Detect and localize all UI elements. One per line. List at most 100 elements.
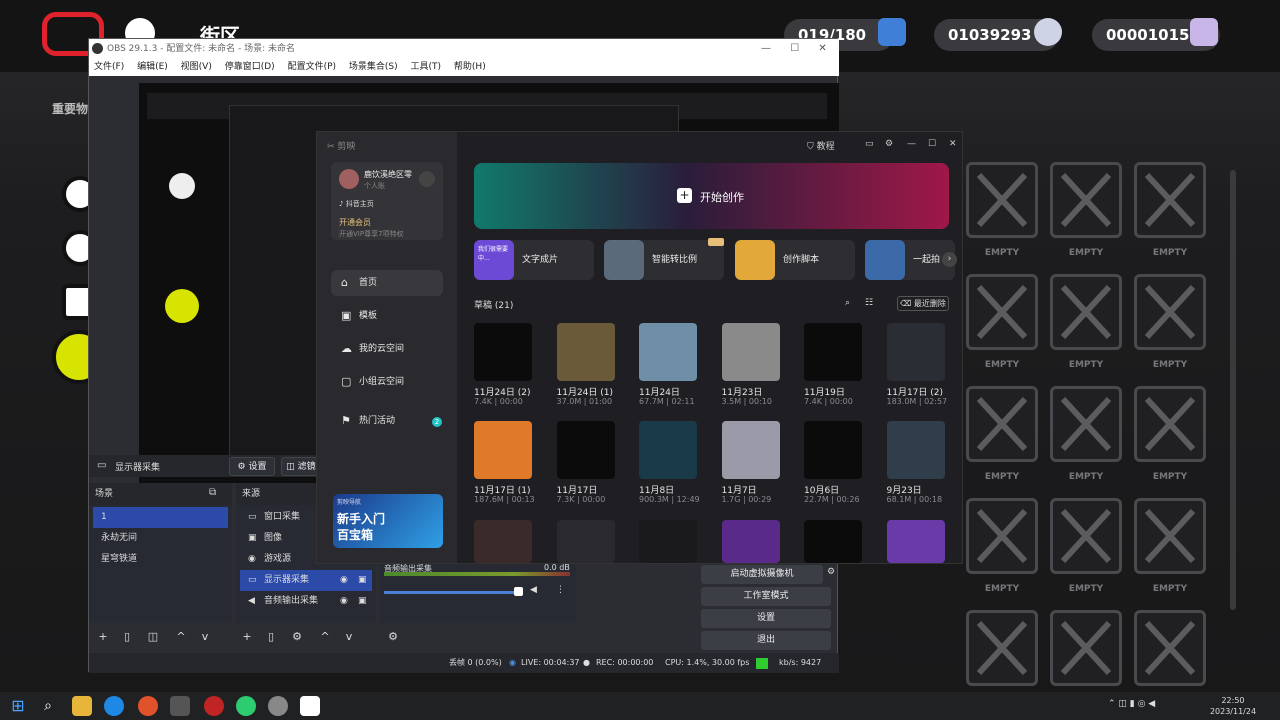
- draft-thumbnail[interactable]: [556, 421, 615, 479]
- draft-thumbnail[interactable]: [886, 520, 945, 563]
- avatar[interactable]: [339, 169, 359, 189]
- source-filters-button[interactable]: ◫ 滤镜: [281, 457, 321, 476]
- visibility-eye-icon[interactable]: ◉: [340, 596, 348, 606]
- virtual-camera-button[interactable]: 启动虚拟摄像机: [701, 565, 823, 584]
- empty-slot[interactable]: [966, 498, 1038, 574]
- empty-slot[interactable]: [1134, 386, 1206, 462]
- draft-thumbnail[interactable]: [556, 520, 615, 563]
- remove-source-icon[interactable]: ▯: [263, 629, 279, 645]
- jy-vip-title[interactable]: 开通会员: [339, 217, 371, 228]
- volume-slider[interactable]: [384, 591, 518, 594]
- draft-thumbnail[interactable]: [556, 323, 615, 381]
- edge-icon[interactable]: [104, 696, 124, 716]
- visibility-eye-icon[interactable]: ◉: [340, 575, 348, 585]
- empty-slot[interactable]: [966, 610, 1038, 686]
- app-icon[interactable]: [138, 696, 158, 716]
- move-down-icon[interactable]: v: [197, 629, 213, 645]
- remove-scene-icon[interactable]: ▯: [119, 629, 135, 645]
- draft-thumbnail[interactable]: [474, 421, 532, 479]
- tutorial-link[interactable]: ⛉ 教程: [807, 142, 835, 152]
- app-icon[interactable]: [170, 696, 190, 716]
- start-icon[interactable]: ⊞: [8, 696, 28, 716]
- scene-item-1[interactable]: 1: [93, 507, 228, 528]
- empty-slot[interactable]: [1050, 610, 1122, 686]
- kebab-menu-icon[interactable]: ⋮: [556, 585, 565, 595]
- source-settings-button[interactable]: ⚙ 设置: [229, 457, 275, 476]
- jy-banner[interactable]: 剪映导航 新手入门 百宝箱: [333, 494, 443, 548]
- menu-edit[interactable]: 编辑(E): [137, 62, 168, 72]
- tool-script[interactable]: 创作脚本: [735, 240, 855, 280]
- recycle-button[interactable]: ⌫ 最近删除: [897, 296, 949, 311]
- gear-icon[interactable]: ⚙: [827, 567, 835, 577]
- empty-slot[interactable]: [1134, 498, 1206, 574]
- inventory-scrollbar[interactable]: [1230, 170, 1236, 610]
- chevron-right-icon[interactable]: ›: [942, 252, 957, 267]
- view-mode-icon[interactable]: ☷: [865, 298, 873, 308]
- menu-profile[interactable]: 配置文件(P): [288, 62, 336, 72]
- menu-view[interactable]: 视图(V): [181, 62, 212, 72]
- jy-douyin-home[interactable]: ♪ 抖音主页: [339, 199, 374, 209]
- maximize-icon[interactable]: ☐: [790, 43, 799, 54]
- feedback-icon[interactable]: ▭: [865, 139, 874, 149]
- source-item-audio[interactable]: 音频输出采集: [240, 591, 372, 612]
- lock-icon[interactable]: ▣: [358, 575, 367, 585]
- draft-thumbnail[interactable]: [474, 323, 532, 381]
- add-scene-icon[interactable]: +: [95, 629, 111, 645]
- search-icon[interactable]: ⌕: [845, 298, 850, 308]
- nav-team-cloud[interactable]: ▢ 小组云空间: [331, 369, 443, 395]
- empty-slot[interactable]: [1134, 162, 1206, 238]
- search-icon[interactable]: ⌕: [38, 696, 58, 716]
- maximize-icon[interactable]: ☐: [928, 139, 936, 149]
- wechat-icon[interactable]: [236, 696, 256, 716]
- settings-button[interactable]: 设置: [701, 609, 831, 628]
- exit-button[interactable]: 退出: [701, 631, 831, 650]
- empty-slot[interactable]: [1050, 386, 1122, 462]
- close-icon[interactable]: ✕: [949, 139, 957, 149]
- empty-slot[interactable]: [1134, 274, 1206, 350]
- menu-help[interactable]: 帮助(H): [454, 62, 486, 72]
- empty-slot[interactable]: [966, 274, 1038, 350]
- clock[interactable]: 22:50 2023/11/24: [1198, 695, 1268, 717]
- nav-templates[interactable]: ▣ 模板: [331, 303, 443, 329]
- menu-scene-collection[interactable]: 场景集合(S): [349, 62, 398, 72]
- draft-thumbnail[interactable]: [804, 323, 862, 381]
- menu-tools[interactable]: 工具(T): [411, 62, 442, 72]
- nav-home[interactable]: ⌂ 首页: [331, 270, 443, 296]
- empty-slot[interactable]: [1050, 162, 1122, 238]
- minimize-icon[interactable]: —: [907, 139, 916, 149]
- gear-icon[interactable]: ⚙: [885, 139, 893, 149]
- draft-thumbnail[interactable]: [639, 323, 697, 381]
- empty-slot[interactable]: [1050, 498, 1122, 574]
- scene-filter-icon[interactable]: ◫: [145, 629, 161, 645]
- draft-thumbnail[interactable]: [639, 421, 697, 479]
- draft-thumbnail[interactable]: [721, 323, 780, 381]
- empty-slot[interactable]: [1050, 274, 1122, 350]
- draft-thumbnail[interactable]: [886, 323, 945, 381]
- scene-item-2[interactable]: 永劫无间: [93, 528, 228, 549]
- nav-events[interactable]: ⚑ 热门活动: [331, 408, 443, 434]
- scene-item-3[interactable]: 星穹铁道: [93, 549, 228, 570]
- dock-undock-icon[interactable]: ⧉: [209, 487, 216, 498]
- move-down-icon[interactable]: v: [341, 629, 357, 645]
- app-icon[interactable]: [204, 696, 224, 716]
- empty-slot[interactable]: [966, 162, 1038, 238]
- source-properties-icon[interactable]: ⚙: [289, 629, 305, 645]
- draft-thumbnail[interactable]: [721, 421, 780, 479]
- move-up-icon[interactable]: ^: [317, 629, 333, 645]
- draft-thumbnail[interactable]: [804, 520, 862, 563]
- source-item-display[interactable]: 显示器采集: [240, 570, 372, 591]
- draft-thumbnail[interactable]: [474, 520, 532, 563]
- empty-slot[interactable]: [966, 386, 1038, 462]
- switch-account-icon[interactable]: [419, 171, 435, 187]
- add-source-icon[interactable]: +: [239, 629, 255, 645]
- empty-slot[interactable]: [1134, 610, 1206, 686]
- move-up-icon[interactable]: ^: [173, 629, 189, 645]
- tool-smart-ratio[interactable]: 智能转比例: [604, 238, 724, 280]
- draft-thumbnail[interactable]: [721, 520, 780, 563]
- speaker-icon[interactable]: ◀: [530, 585, 537, 595]
- menu-docks[interactable]: 停靠窗口(D): [225, 62, 275, 72]
- nav-cloud[interactable]: ☁ 我的云空间: [331, 336, 443, 362]
- minimize-icon[interactable]: —: [761, 43, 771, 54]
- file-explorer-icon[interactable]: [72, 696, 92, 716]
- draft-thumbnail[interactable]: [886, 421, 945, 479]
